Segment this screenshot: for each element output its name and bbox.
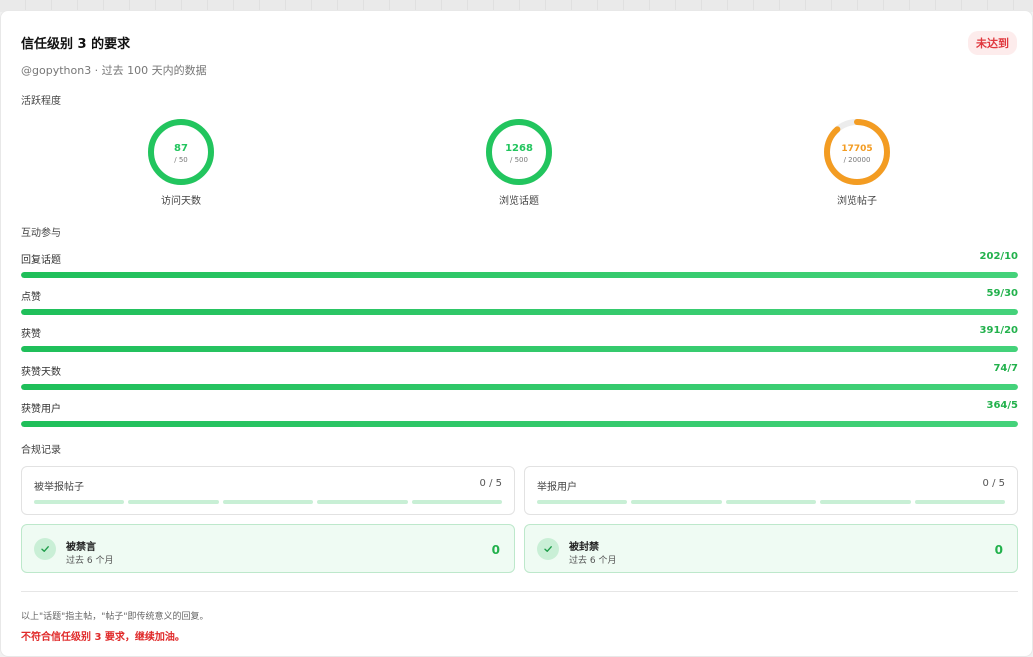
silenced-box: 被禁言 过去 6 个月 0 xyxy=(21,524,515,573)
meter-segment xyxy=(411,500,503,504)
progress-ring-chart: 17705 / 20000 xyxy=(824,119,890,185)
box-count: 0 / 5 xyxy=(479,478,502,489)
bar-track xyxy=(21,384,1018,390)
bar-liked-users: 获赞用户 364/5 xyxy=(21,400,1018,427)
bar-label: 获赞用户 xyxy=(21,404,61,415)
box-count: 0 / 5 xyxy=(982,478,1005,489)
bar-liked-days: 获赞天数 74/7 xyxy=(21,363,1018,390)
progress-ring-chart: 87 / 50 xyxy=(148,119,214,185)
result-message: 不符合信任级别 3 要求，继续加油。 xyxy=(21,632,185,643)
ring-visit-days: 87 / 50 访问天数 xyxy=(121,118,241,207)
footnote: 以上"话题"指主帖，"帖子"即传统意义的回复。 xyxy=(21,612,209,622)
bar-fill xyxy=(21,272,1018,278)
ring-value: 17705 xyxy=(841,144,872,154)
bar-likes-given: 点赞 59/30 xyxy=(21,288,1018,315)
bar-track xyxy=(21,309,1018,315)
meter-segment xyxy=(537,500,628,504)
progress-ring-chart: 1268 / 500 xyxy=(486,119,552,185)
reported-posts-box: 被举报帖子 0 / 5 xyxy=(21,466,515,515)
meter-segment xyxy=(914,500,1006,504)
bar-label: 点赞 xyxy=(21,292,41,303)
ring-target: / 50 xyxy=(174,156,188,164)
box-value: 0 xyxy=(491,543,500,557)
box-value: 0 xyxy=(994,543,1003,557)
trust-level-card: 信任级别 3 的要求 未达到 @gopython3 · 过去 100 天内的数据… xyxy=(0,10,1033,657)
ring-topics-viewed: 1268 / 500 浏览话题 xyxy=(459,118,579,207)
bar-fill xyxy=(21,384,1018,390)
bar-fill xyxy=(21,421,1018,427)
divider xyxy=(21,591,1018,592)
status-badge: 未达到 xyxy=(968,31,1017,55)
suspended-box: 被封禁 过去 6 个月 0 xyxy=(524,524,1018,573)
ring-caption: 浏览帖子 xyxy=(837,196,877,207)
page-title: 信任级别 3 的要求 xyxy=(21,37,131,52)
bar-label: 获赞 xyxy=(21,329,41,340)
meter-segment xyxy=(820,500,911,504)
page-subtitle: @gopython3 · 过去 100 天内的数据 xyxy=(21,64,207,77)
bar-value: 59/30 xyxy=(986,288,1018,299)
ring-value: 1268 xyxy=(505,143,533,154)
box-subtitle: 过去 6 个月 xyxy=(569,556,617,566)
activity-section-label: 活跃程度 xyxy=(21,96,61,107)
bar-label: 回复话题 xyxy=(21,255,61,266)
segment-meter xyxy=(34,500,503,504)
bar-track xyxy=(21,346,1018,352)
box-title: 被禁言 xyxy=(66,542,96,553)
box-title: 被封禁 xyxy=(569,542,599,553)
ring-target: / 20000 xyxy=(844,156,871,164)
box-label: 被举报帖子 xyxy=(34,482,84,493)
ring-value: 87 xyxy=(174,143,188,154)
ring-target: / 500 xyxy=(510,156,528,164)
ring-caption: 访问天数 xyxy=(161,196,201,207)
bar-value: 391/20 xyxy=(979,325,1018,336)
meter-segment xyxy=(317,500,408,504)
reporting-users-box: 举报用户 0 / 5 xyxy=(524,466,1018,515)
box-label: 举报用户 xyxy=(537,482,577,493)
compliance-section-label: 合规记录 xyxy=(21,445,61,456)
meter-segment xyxy=(725,500,817,504)
bar-value: 202/10 xyxy=(979,251,1018,262)
bar-track xyxy=(21,421,1018,427)
segment-meter xyxy=(537,500,1006,504)
meter-segment xyxy=(128,500,219,504)
meter-segment xyxy=(34,500,125,504)
bar-track xyxy=(21,272,1018,278)
meter-segment xyxy=(631,500,722,504)
bar-value: 364/5 xyxy=(986,400,1018,411)
bar-fill xyxy=(21,346,1018,352)
bar-fill xyxy=(21,309,1018,315)
ring-posts-viewed: 17705 / 20000 浏览帖子 xyxy=(797,118,917,207)
box-subtitle: 过去 6 个月 xyxy=(66,556,114,566)
bar-replies: 回复话题 202/10 xyxy=(21,251,1018,278)
meter-segment xyxy=(222,500,314,504)
bar-likes-received: 获赞 391/20 xyxy=(21,325,1018,352)
bar-value: 74/7 xyxy=(993,363,1018,374)
check-icon xyxy=(537,538,559,560)
engagement-section-label: 互动参与 xyxy=(21,228,61,239)
bar-label: 获赞天数 xyxy=(21,367,61,378)
check-icon xyxy=(34,538,56,560)
ring-caption: 浏览话题 xyxy=(499,196,539,207)
